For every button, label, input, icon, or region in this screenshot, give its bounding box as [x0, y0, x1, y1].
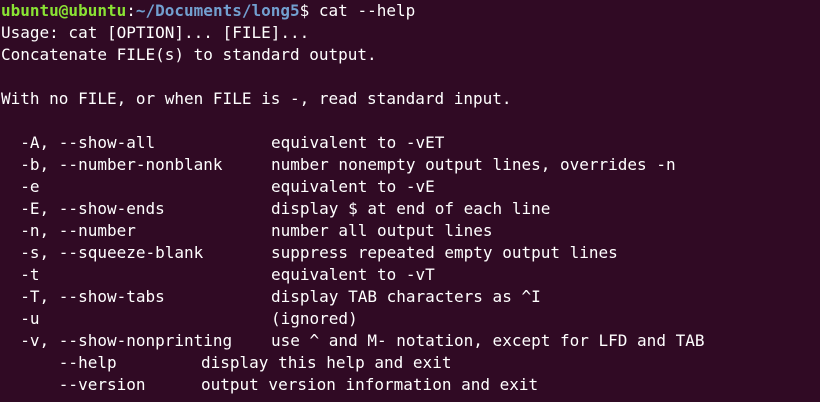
option-flag: -s, --squeeze-blank: [1, 243, 204, 262]
option-row: -v, --show-nonprinting use ^ and M- notat…: [1, 330, 820, 352]
prompt-path: ~/Documents/long5: [135, 1, 300, 20]
option-flag: -E, --show-ends: [1, 199, 165, 218]
option-flag: -v, --show-nonprinting: [1, 331, 233, 350]
option-flag: -u: [1, 309, 40, 328]
command-text: cat --help: [309, 1, 416, 20]
option-flag: -t: [1, 265, 40, 284]
option-flag: --help: [1, 353, 117, 372]
option-row: -E, --show-ends display $ at end of each …: [1, 198, 820, 220]
option-desc: number nonempty output lines, overrides …: [271, 155, 676, 174]
stdin-line: With no FILE, or when FILE is -, read st…: [1, 89, 512, 108]
option-row: -T, --show-tabs display TAB characters as…: [1, 286, 820, 308]
option-row: -s, --squeeze-blank suppress repeated emp…: [1, 242, 820, 264]
option-desc: display TAB characters as ^I: [271, 287, 541, 306]
usage-line: Usage: cat [OPTION]... [FILE]...: [1, 23, 310, 42]
option-flag: -T, --show-tabs: [1, 287, 165, 306]
option-row: -b, --number-nonblank number nonempty out…: [1, 154, 820, 176]
option-row: -A, --show-all equivalent to -vET: [1, 132, 820, 154]
summary-line: Concatenate FILE(s) to standard output.: [1, 45, 377, 64]
terminal-window[interactable]: ubuntu@ubuntu:~/Documents/long5$ cat --h…: [0, 0, 820, 402]
long-option-row: --help display this help and exit: [1, 352, 820, 374]
option-flag: -e: [1, 177, 40, 196]
option-row: -t equivalent to -vT: [1, 264, 820, 286]
option-desc: (ignored): [271, 309, 358, 328]
prompt-line: ubuntu@ubuntu:~/Documents/long5$ cat --h…: [1, 0, 820, 22]
prompt-user-host: ubuntu@ubuntu: [1, 1, 127, 20]
option-desc: number all output lines: [271, 221, 493, 240]
option-desc: use ^ and M- notation, except for LFD an…: [271, 331, 705, 350]
option-flag: -n, --number: [1, 221, 136, 240]
option-desc: suppress repeated empty output lines: [271, 243, 618, 262]
option-desc: equivalent to -vT: [271, 265, 435, 284]
option-flag: -b, --number-nonblank: [1, 155, 223, 174]
option-flag: -A, --show-all: [1, 133, 156, 152]
long-option-row: --version output version information and …: [1, 374, 820, 396]
option-row: -u (ignored): [1, 308, 820, 330]
option-row: -e equivalent to -vE: [1, 176, 820, 198]
option-desc: display $ at end of each line: [271, 199, 551, 218]
option-desc: output version information and exit: [201, 375, 539, 394]
option-desc: equivalent to -vE: [271, 177, 435, 196]
prompt-colon: :: [126, 1, 136, 20]
option-desc: equivalent to -vET: [271, 133, 445, 152]
prompt-dollar: $: [299, 1, 310, 20]
option-row: -n, --number number all output lines: [1, 220, 820, 242]
option-desc: display this help and exit: [201, 353, 452, 372]
option-flag: --version: [1, 375, 146, 394]
